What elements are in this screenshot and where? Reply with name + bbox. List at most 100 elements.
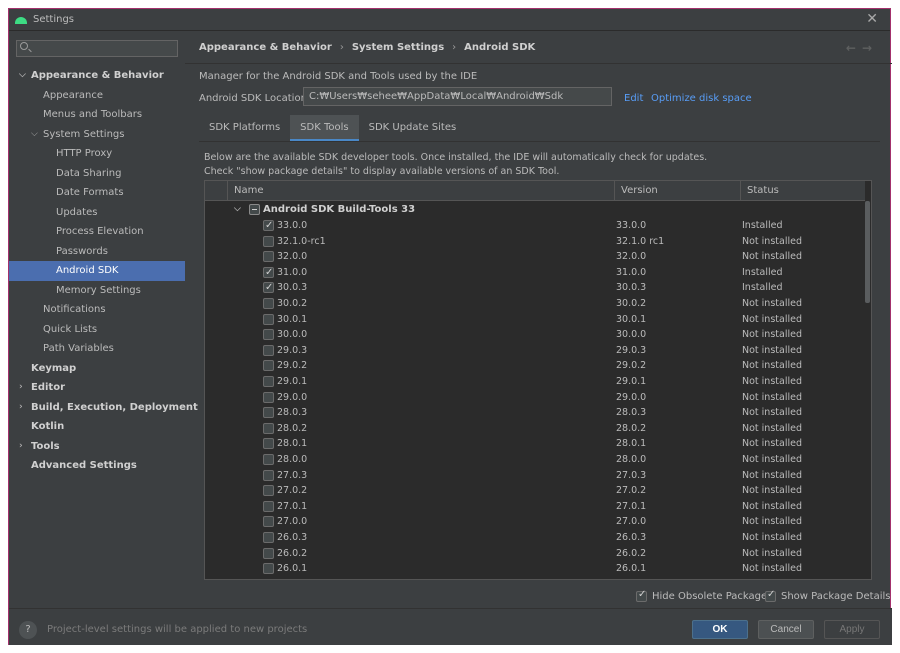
table-row[interactable]: 27.0.0 27.0.0 Not installed [205, 514, 865, 530]
row-checkbox[interactable] [263, 391, 274, 403]
sidebar-item[interactable]: Quick Lists [9, 320, 185, 340]
breadcrumb-item[interactable]: Appearance & Behavior [199, 42, 332, 53]
sidebar-item[interactable]: Date Formats [9, 183, 185, 203]
chevron-down-icon[interactable]: ⌵ [31, 125, 38, 145]
tab-sdk-update-sites[interactable]: SDK Update Sites [359, 115, 467, 141]
apply-button[interactable]: Apply [824, 620, 880, 639]
row-checkbox[interactable] [263, 360, 274, 372]
sidebar-item[interactable]: › Build, Execution, Deployment [9, 398, 198, 418]
column-header-name[interactable]: Name [227, 181, 614, 201]
table-row[interactable]: 33.0.0 33.0.0 Installed [205, 218, 865, 234]
chevron-down-icon[interactable]: ⌵ [19, 66, 26, 86]
sidebar-item[interactable]: Advanced Settings [9, 456, 185, 476]
optimize-disk-space-link[interactable]: Optimize disk space [651, 93, 752, 104]
row-checkbox[interactable] [263, 469, 274, 481]
ok-button[interactable]: OK [692, 620, 748, 639]
table-row[interactable]: 28.0.3 28.0.3 Not installed [205, 405, 865, 421]
table-row[interactable]: 31.0.0 31.0.0 Installed [205, 265, 865, 280]
back-forward-icons[interactable]: ←→ [846, 41, 878, 55]
table-row[interactable]: 30.0.2 30.0.2 Not installed [205, 296, 865, 312]
sidebar-item[interactable]: Data Sharing [9, 164, 185, 184]
column-header-version[interactable]: Version [614, 181, 740, 201]
hide-obsolete-packages-option[interactable]: Hide Obsolete Packages [636, 589, 772, 602]
row-checkbox[interactable] [263, 265, 274, 280]
row-checkbox[interactable] [263, 407, 274, 419]
row-checkbox[interactable] [263, 218, 274, 234]
breadcrumb-item[interactable]: System Settings [352, 42, 444, 53]
row-checkbox[interactable] [263, 500, 274, 512]
hide-obsolete-checkbox[interactable] [636, 589, 647, 602]
table-row[interactable]: 29.0.1 29.0.1 Not installed [205, 374, 865, 390]
sidebar-item[interactable]: Notifications [9, 300, 185, 320]
table-row[interactable]: 27.0.2 27.0.2 Not installed [205, 483, 865, 499]
row-checkbox[interactable] [263, 298, 274, 309]
chevron-right-icon[interactable]: › [19, 437, 23, 457]
row-checkbox[interactable] [263, 516, 274, 528]
row-checkbox[interactable] [263, 422, 274, 434]
sidebar-item[interactable]: Keymap [9, 359, 185, 379]
scrollbar-thumb[interactable] [865, 201, 870, 303]
sidebar-item[interactable]: ⌵ System Settings [9, 125, 185, 145]
sdk-location-field[interactable]: C:₩Users₩sehee₩AppData₩Local₩Android₩Sdk [303, 87, 612, 106]
vertical-scrollbar[interactable] [864, 201, 871, 579]
sidebar-item[interactable]: Updates [9, 203, 185, 223]
table-row[interactable]: 30.0.1 30.0.1 Not installed [205, 312, 865, 328]
tab-sdk-platforms[interactable]: SDK Platforms [199, 115, 290, 141]
table-row[interactable]: 32.1.0-rc1 32.1.0 rc1 Not installed [205, 234, 865, 250]
sidebar-item[interactable]: Memory Settings [9, 281, 185, 301]
sidebar-item[interactable]: Menus and Toolbars [9, 105, 185, 125]
chevron-right-icon[interactable]: › [19, 378, 23, 398]
row-checkbox[interactable] [263, 376, 274, 387]
table-row[interactable]: 28.0.1 28.0.1 Not installed [205, 436, 865, 452]
table-row[interactable]: 28.0.2 28.0.2 Not installed [205, 421, 865, 437]
tab-sdk-tools[interactable]: SDK Tools [290, 115, 360, 141]
chevron-down-icon[interactable]: ⌵ [234, 201, 241, 218]
help-icon[interactable]: ? [19, 621, 37, 639]
search-box[interactable] [16, 40, 178, 57]
sidebar-item[interactable]: Kotlin [9, 417, 185, 437]
close-icon[interactable]: ✕ [866, 12, 878, 26]
chevron-right-icon[interactable]: › [19, 398, 23, 418]
sidebar-item[interactable]: ⌵ Appearance & Behavior [9, 66, 185, 86]
table-row[interactable]: 29.0.0 29.0.0 Not installed [205, 390, 865, 406]
cancel-button[interactable]: Cancel [758, 620, 814, 639]
table-row[interactable]: 30.0.0 30.0.0 Not installed [205, 327, 865, 343]
table-row[interactable]: 29.0.2 29.0.2 Not installed [205, 358, 865, 374]
sidebar-item[interactable]: Path Variables [9, 339, 185, 359]
table-row[interactable]: 28.0.0 28.0.0 Not installed [205, 452, 865, 468]
sidebar-item[interactable]: Passwords [9, 242, 185, 262]
row-checkbox[interactable] [263, 563, 274, 575]
table-row[interactable]: 26.0.1 26.0.1 Not installed [205, 561, 865, 577]
show-package-details-option[interactable]: Show Package Details [765, 589, 890, 602]
sidebar-item[interactable]: HTTP Proxy [9, 144, 185, 164]
edit-link[interactable]: Edit [624, 93, 643, 104]
table-row[interactable]: 32.0.0 32.0.0 Not installed [205, 249, 865, 265]
group-checkbox[interactable] [249, 204, 260, 215]
row-checkbox[interactable] [263, 485, 274, 497]
row-checkbox[interactable] [263, 329, 274, 341]
table-row[interactable]: 27.0.3 27.0.3 Not installed [205, 468, 865, 484]
search-input[interactable] [35, 41, 173, 56]
row-checkbox[interactable] [263, 344, 274, 356]
row-checkbox[interactable] [263, 251, 274, 263]
row-checkbox[interactable] [263, 438, 274, 450]
row-checkbox[interactable] [263, 532, 274, 543]
table-row[interactable]: 29.0.3 29.0.3 Not installed [205, 343, 865, 359]
row-checkbox[interactable] [263, 280, 274, 296]
column-header-status[interactable]: Status [740, 181, 865, 201]
sidebar-item[interactable]: Process Elevation [9, 222, 185, 242]
row-checkbox[interactable] [263, 235, 274, 247]
row-checkbox[interactable] [263, 454, 274, 465]
sidebar-item[interactable]: › Tools [9, 437, 185, 457]
table-row[interactable]: 30.0.3 30.0.3 Installed [205, 280, 865, 296]
sidebar-item[interactable]: Android SDK [9, 261, 185, 281]
sidebar-item[interactable]: › Editor [9, 378, 185, 398]
sidebar-item[interactable]: Appearance [9, 86, 185, 106]
table-row[interactable]: 26.0.3 26.0.3 Not installed [205, 530, 865, 546]
row-checkbox[interactable] [263, 313, 274, 325]
table-row[interactable]: 27.0.1 27.0.1 Not installed [205, 499, 865, 515]
package-group-row[interactable]: ⌵ Android SDK Build-Tools 33 [205, 201, 865, 218]
show-details-checkbox[interactable] [765, 589, 776, 602]
table-row[interactable]: 26.0.2 26.0.2 Not installed [205, 546, 865, 562]
row-checkbox[interactable] [263, 547, 274, 559]
